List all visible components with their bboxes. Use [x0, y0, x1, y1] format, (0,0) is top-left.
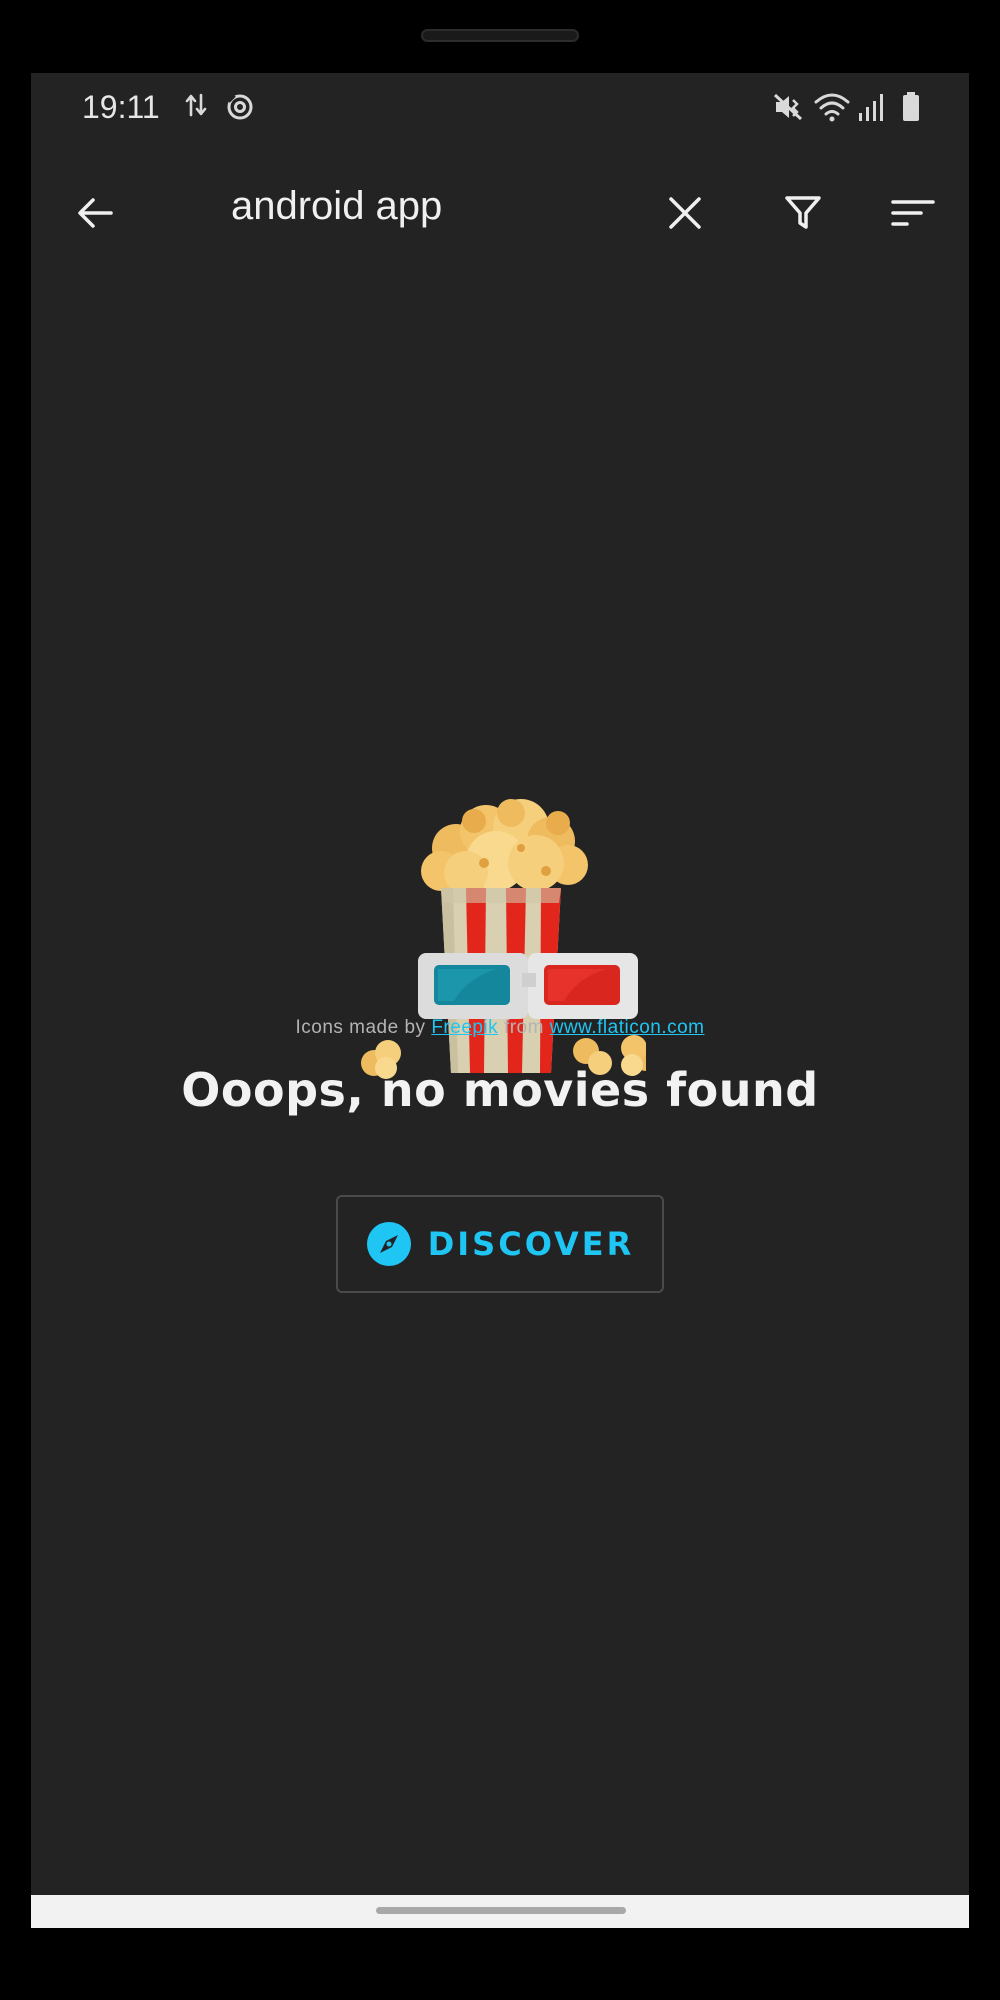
flaticon-link[interactable]: www.flaticon.com	[550, 1017, 705, 1038]
filter-icon	[785, 196, 821, 229]
icon-credit-text: Icons made by Freepik from www.flaticon.…	[31, 1017, 969, 1039]
earpiece-speaker	[421, 29, 579, 42]
credit-middle: from	[498, 1017, 550, 1038]
popcorn-top	[421, 799, 588, 895]
credit-prefix: Icons made by	[295, 1017, 432, 1038]
sort-button[interactable]	[881, 181, 945, 245]
filter-button[interactable]	[771, 181, 835, 245]
navigation-bar	[31, 1895, 969, 1928]
phone-frame: 19:11 android app Icons made by Freepik …	[0, 0, 1000, 2000]
close-icon	[669, 197, 701, 229]
signal-icon	[857, 91, 887, 128]
back-button[interactable]	[63, 181, 127, 245]
battery-icon	[901, 91, 921, 128]
empty-state-title: Ooops, no movies found	[181, 1063, 819, 1117]
freepik-link[interactable]: Freepik	[431, 1017, 498, 1038]
3d-glasses	[418, 953, 638, 1019]
arrow-left-icon	[78, 198, 113, 228]
mute-vibrate-icon	[773, 91, 805, 128]
search-query-field[interactable]: android app	[231, 184, 442, 229]
app-bar: android app	[31, 159, 969, 269]
compass-icon	[366, 1222, 411, 1266]
sort-icon	[891, 200, 935, 226]
clear-search-button[interactable]	[653, 181, 717, 245]
data-transfer-icon	[185, 91, 207, 124]
wifi-icon	[813, 91, 851, 128]
home-gesture-handle[interactable]	[376, 1907, 626, 1914]
status-time: 19:11	[82, 89, 160, 125]
discover-button-label: DISCOVER	[427, 1225, 635, 1263]
app-screen: 19:11 android app Icons made by Freepik …	[31, 73, 969, 1928]
status-bar: 19:11	[31, 73, 969, 143]
discover-button[interactable]: DISCOVER	[336, 1195, 664, 1293]
sync-status-icon	[224, 91, 256, 128]
